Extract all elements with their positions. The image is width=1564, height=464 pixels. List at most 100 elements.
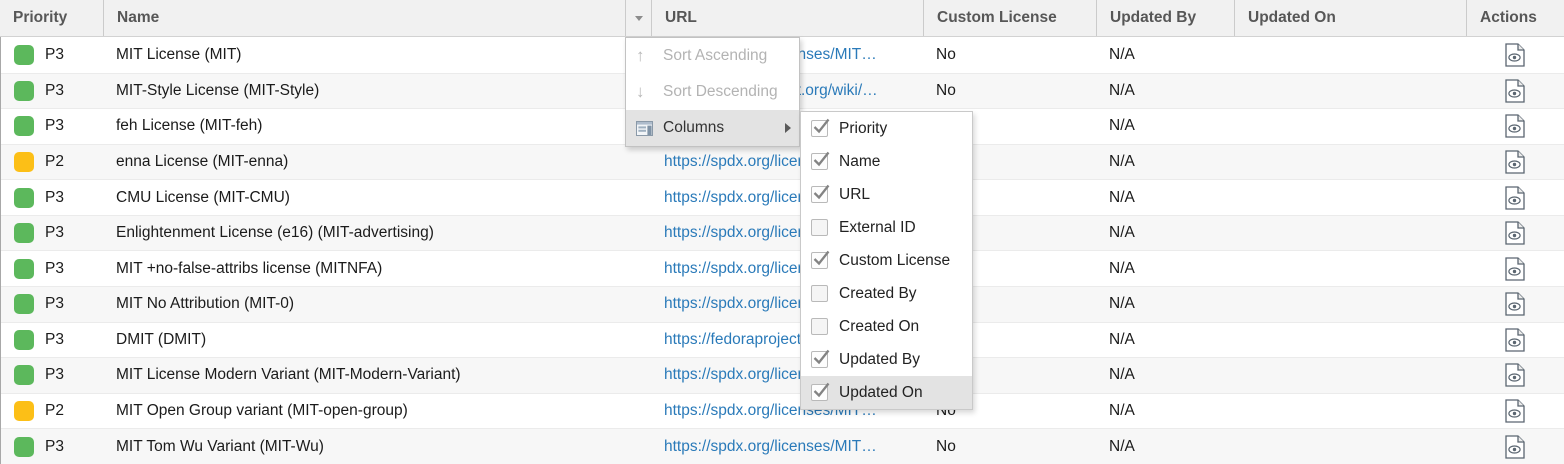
checkbox-icon: [811, 285, 828, 302]
table-row[interactable]: P3 CMU License (MIT-CMU) https://spdx.or…: [1, 179, 1564, 215]
table-row[interactable]: P3 Enlightenment License (e16) (MIT-adve…: [1, 215, 1564, 251]
updated-on-cell: [1234, 37, 1466, 73]
license-name: MIT License (MIT): [103, 37, 651, 73]
submenu-item-updated-by[interactable]: Updated By: [801, 343, 972, 376]
view-document-icon[interactable]: [1505, 399, 1525, 423]
submenu-item-label: Created On: [839, 318, 919, 336]
licenses-grid: Priority Name URL Custom License Updated…: [0, 0, 1564, 464]
priority-badge: [14, 294, 34, 314]
updated-on-cell: [1234, 323, 1466, 358]
submenu-item-name[interactable]: Name: [801, 145, 972, 178]
license-name: Enlightenment License (e16) (MIT-adverti…: [103, 216, 651, 251]
submenu-item-created-on[interactable]: Created On: [801, 310, 972, 343]
view-document-icon[interactable]: [1505, 186, 1525, 210]
submenu-item-custom-license[interactable]: Custom License: [801, 244, 972, 277]
submenu-item-created-by[interactable]: Created By: [801, 277, 972, 310]
url-link[interactable]: https://spdx.org/licenses/MIT…: [664, 438, 877, 456]
column-header-name[interactable]: Name: [103, 0, 625, 36]
license-name: MIT License Modern Variant (MIT-Modern-V…: [103, 358, 651, 393]
submenu-item-label: Updated On: [839, 384, 923, 402]
view-document-icon[interactable]: [1505, 363, 1525, 387]
license-name: MIT Open Group variant (MIT-open-group): [103, 394, 651, 429]
priority-label: P3: [45, 331, 64, 349]
view-document-icon[interactable]: [1505, 292, 1525, 316]
view-document-icon[interactable]: [1505, 435, 1525, 459]
updated-on-cell: [1234, 394, 1466, 429]
submenu-arrow-icon: [785, 123, 791, 133]
priority-label: P3: [45, 46, 64, 64]
updated-by-cell: N/A: [1096, 394, 1234, 429]
actions-cell: [1466, 216, 1564, 251]
license-name: MIT-Style License (MIT-Style): [103, 74, 651, 109]
submenu-item-priority[interactable]: Priority: [801, 112, 972, 145]
submenu-item-external-id[interactable]: External ID: [801, 211, 972, 244]
table-row[interactable]: P3 DMIT (DMIT) https://fedoraproject.org…: [1, 322, 1564, 358]
actions-cell: [1466, 394, 1564, 429]
menu-item-columns[interactable]: Columns: [626, 110, 799, 146]
column-menu-trigger[interactable]: [625, 0, 651, 36]
menu-item-sort-descending[interactable]: Sort Descending: [626, 74, 799, 110]
priority-badge: [14, 152, 34, 172]
view-document-icon[interactable]: [1505, 150, 1525, 174]
updated-on-cell: [1234, 109, 1466, 144]
priority-badge: [14, 437, 34, 457]
priority-cell: P3: [1, 109, 103, 144]
view-document-icon[interactable]: [1505, 221, 1525, 245]
table-row[interactable]: P2 enna License (MIT-enna) https://spdx.…: [1, 144, 1564, 180]
updated-by-cell: N/A: [1096, 74, 1234, 109]
checkbox-icon: [811, 186, 828, 203]
view-document-icon[interactable]: [1505, 43, 1525, 67]
column-header-actions: Actions: [1466, 0, 1564, 36]
menu-item-label: Sort Descending: [663, 83, 778, 101]
updated-on-cell: [1234, 145, 1466, 180]
menu-item-label: Columns: [663, 119, 724, 137]
priority-cell: P3: [1, 323, 103, 358]
priority-cell: P3: [1, 37, 103, 73]
submenu-item-label: Updated By: [839, 351, 920, 369]
priority-badge: [14, 401, 34, 421]
updated-on-cell: [1234, 74, 1466, 109]
checkbox-icon: [811, 120, 828, 137]
actions-cell: [1466, 109, 1564, 144]
priority-label: P2: [45, 402, 64, 420]
updated-on-cell: [1234, 358, 1466, 393]
view-document-icon[interactable]: [1505, 79, 1525, 103]
sort-descending-icon: [636, 82, 663, 102]
updated-by-cell: N/A: [1096, 180, 1234, 215]
updated-by-cell: N/A: [1096, 37, 1234, 73]
table-row[interactable]: P3 MIT +no-false-attribs license (MITNFA…: [1, 250, 1564, 286]
updated-on-cell: [1234, 429, 1466, 464]
column-header-updated-on[interactable]: Updated On: [1234, 0, 1466, 36]
actions-cell: [1466, 358, 1564, 393]
table-row[interactable]: P3 MIT License Modern Variant (MIT-Moder…: [1, 357, 1564, 393]
view-document-icon[interactable]: [1505, 257, 1525, 281]
column-header-url[interactable]: URL: [651, 0, 923, 36]
license-name: enna License (MIT-enna): [103, 145, 651, 180]
view-document-icon[interactable]: [1505, 328, 1525, 352]
table-row[interactable]: P3 MIT Tom Wu Variant (MIT-Wu) https://s…: [1, 428, 1564, 464]
priority-badge: [14, 330, 34, 350]
updated-by-cell: N/A: [1096, 216, 1234, 251]
column-header-custom-license[interactable]: Custom License: [923, 0, 1096, 36]
view-document-icon[interactable]: [1505, 114, 1525, 138]
sort-ascending-icon: [636, 46, 663, 66]
column-header-updated-by[interactable]: Updated By: [1096, 0, 1234, 36]
updated-by-cell: N/A: [1096, 323, 1234, 358]
menu-item-sort-ascending[interactable]: Sort Ascending: [626, 38, 799, 74]
priority-cell: P3: [1, 74, 103, 109]
column-header-priority[interactable]: Priority: [0, 0, 103, 36]
submenu-item-url[interactable]: URL: [801, 178, 972, 211]
priority-badge: [14, 116, 34, 136]
checkbox-icon: [811, 219, 828, 236]
checkbox-icon: [811, 351, 828, 368]
submenu-item-label: Custom License: [839, 252, 950, 270]
menu-item-label: Sort Ascending: [663, 47, 767, 65]
custom-license-cell: No: [923, 37, 1096, 73]
table-row[interactable]: P3 MIT No Attribution (MIT-0) https://sp…: [1, 286, 1564, 322]
actions-cell: [1466, 287, 1564, 322]
table-row[interactable]: P2 MIT Open Group variant (MIT-open-grou…: [1, 393, 1564, 429]
priority-cell: P3: [1, 358, 103, 393]
submenu-item-updated-on[interactable]: Updated On: [801, 376, 972, 409]
chevron-down-icon: [635, 16, 643, 21]
column-context-menu: Sort Ascending Sort Descending Columns: [625, 37, 800, 147]
